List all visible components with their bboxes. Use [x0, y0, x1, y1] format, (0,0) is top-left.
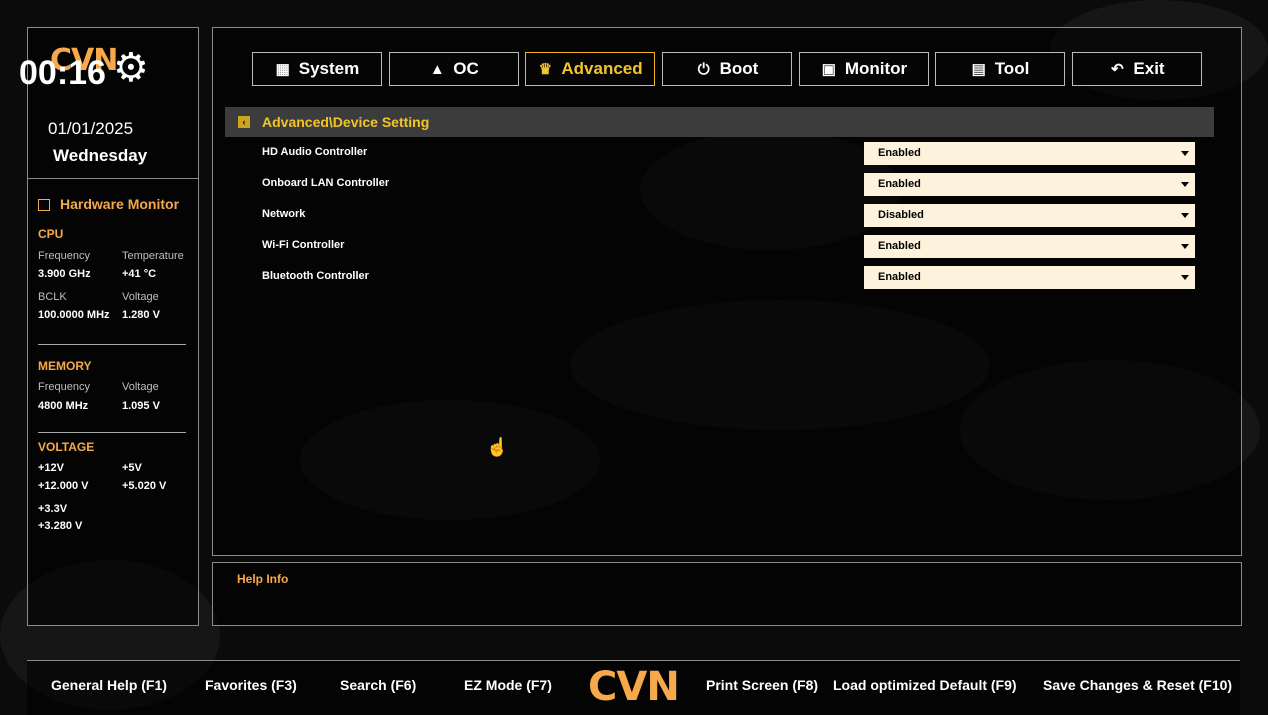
help-title: Help Info: [237, 572, 289, 586]
breadcrumb-text: Advanced\Device Setting: [262, 114, 430, 130]
cpu-heading: CPU: [38, 227, 64, 241]
tab-system[interactable]: ▦ System: [252, 52, 382, 86]
select-value: Enabled: [878, 271, 921, 283]
memory-heading: MEMORY: [38, 359, 92, 373]
cpu-frequency-value: 3.900 GHz: [38, 268, 91, 280]
v5-label: +5V: [122, 462, 142, 474]
favorites-button[interactable]: Favorites (F3): [205, 677, 297, 693]
cpu-temperature-value: +41 °C: [122, 268, 157, 280]
tab-label: OC: [453, 59, 479, 78]
search-button[interactable]: Search (F6): [340, 677, 416, 693]
tab-tool[interactable]: ▤ Tool: [935, 52, 1065, 86]
back-arrow-icon: ↶: [1111, 61, 1124, 78]
tab-monitor[interactable]: ▣ Monitor: [799, 52, 929, 86]
gear-icon[interactable]: ⚙: [113, 48, 149, 88]
cpu-frequency-label: Frequency: [38, 250, 90, 262]
setting-label: Network: [262, 208, 306, 220]
folder-icon: ‹: [238, 116, 250, 128]
cpu-temperature-label: Temperature: [122, 250, 184, 262]
rocket-icon: ▲: [429, 60, 445, 78]
v5-value: +5.020 V: [122, 480, 167, 492]
setting-label: HD Audio Controller: [262, 146, 368, 158]
select-value: Disabled: [878, 209, 924, 221]
cpu-bclk-label: BCLK: [38, 291, 67, 303]
v33-label: +3.3V: [38, 503, 68, 515]
clock-time: 00:16: [19, 54, 106, 92]
tab-label: System: [298, 59, 360, 78]
select-value: Enabled: [878, 147, 921, 159]
chevron-down-icon: [1181, 213, 1189, 218]
general-help-button[interactable]: General Help (F1): [51, 677, 167, 693]
toolbox-icon: ▤: [971, 61, 986, 78]
tab-label: Exit: [1133, 59, 1165, 78]
v12-value: +12.000 V: [38, 480, 89, 492]
tab-label: Tool: [994, 59, 1030, 78]
left-panel: [27, 27, 199, 626]
memory-voltage-label: Voltage: [122, 381, 159, 393]
hand-cursor-icon: ☝: [486, 437, 509, 457]
cpu-voltage-label: Voltage: [122, 291, 159, 303]
section-divider: [38, 344, 186, 345]
print-screen-button[interactable]: Print Screen (F8): [706, 677, 818, 693]
crown-icon: ♛: [538, 61, 553, 78]
chevron-down-icon: [1181, 182, 1189, 187]
panel-divider: [28, 178, 198, 179]
memory-frequency-label: Frequency: [38, 381, 90, 393]
help-panel: [212, 562, 1242, 626]
v33-value: +3.280 V: [38, 520, 83, 532]
select-value: Enabled: [878, 240, 921, 252]
power-icon: ⏻: [697, 60, 710, 78]
tab-exit[interactable]: ↶ Exit: [1072, 52, 1202, 86]
save-reset-button[interactable]: Save Changes & Reset (F10): [1043, 677, 1232, 693]
tab-oc[interactable]: ▲ OC: [389, 52, 519, 86]
breadcrumb: ‹ Advanced\Device Setting: [225, 107, 1214, 137]
tab-advanced[interactable]: ♛ Advanced: [525, 52, 655, 86]
memory-frequency-value: 4800 MHz: [38, 400, 89, 412]
cpu-bclk-value: 100.0000 MHz: [38, 309, 110, 321]
pulse-icon: ▣: [821, 61, 836, 78]
grid-icon: ▦: [275, 61, 290, 78]
clock-date: 01/01/2025: [48, 119, 134, 138]
tab-boot[interactable]: ⏻ Boot: [662, 52, 792, 86]
select-value: Enabled: [878, 178, 921, 190]
hardware-monitor-label: Hardware Monitor: [60, 196, 180, 212]
chevron-down-icon: [1181, 244, 1189, 249]
memory-voltage-value: 1.095 V: [122, 400, 160, 412]
ez-mode-button[interactable]: EZ Mode (F7): [464, 677, 552, 693]
wifi-select[interactable]: Enabled: [864, 235, 1195, 258]
section-divider: [38, 432, 186, 433]
chevron-down-icon: [1181, 275, 1189, 280]
setting-label: Bluetooth Controller: [262, 270, 369, 282]
voltage-heading: VOLTAGE: [38, 440, 95, 454]
bluetooth-select[interactable]: Enabled: [864, 266, 1195, 289]
load-default-button[interactable]: Load optimized Default (F9): [833, 677, 1017, 693]
monitor-chip-icon: [38, 199, 50, 212]
network-select[interactable]: Disabled: [864, 204, 1195, 227]
cpu-voltage-value: 1.280 V: [122, 309, 160, 321]
tab-label: Monitor: [844, 59, 908, 78]
footer-logo: CVN: [588, 664, 680, 710]
tab-label: Boot: [719, 59, 759, 78]
v12-label: +12V: [38, 462, 64, 474]
hd-audio-select[interactable]: Enabled: [864, 142, 1195, 165]
setting-label: Onboard LAN Controller: [262, 177, 390, 189]
clock-weekday: Wednesday: [53, 146, 148, 165]
chevron-down-icon: [1181, 151, 1189, 156]
hardware-monitor-title: Hardware Monitor: [38, 196, 179, 212]
onboard-lan-select[interactable]: Enabled: [864, 173, 1195, 196]
tab-label: Advanced: [561, 59, 643, 78]
setting-label: Wi-Fi Controller: [262, 239, 345, 251]
